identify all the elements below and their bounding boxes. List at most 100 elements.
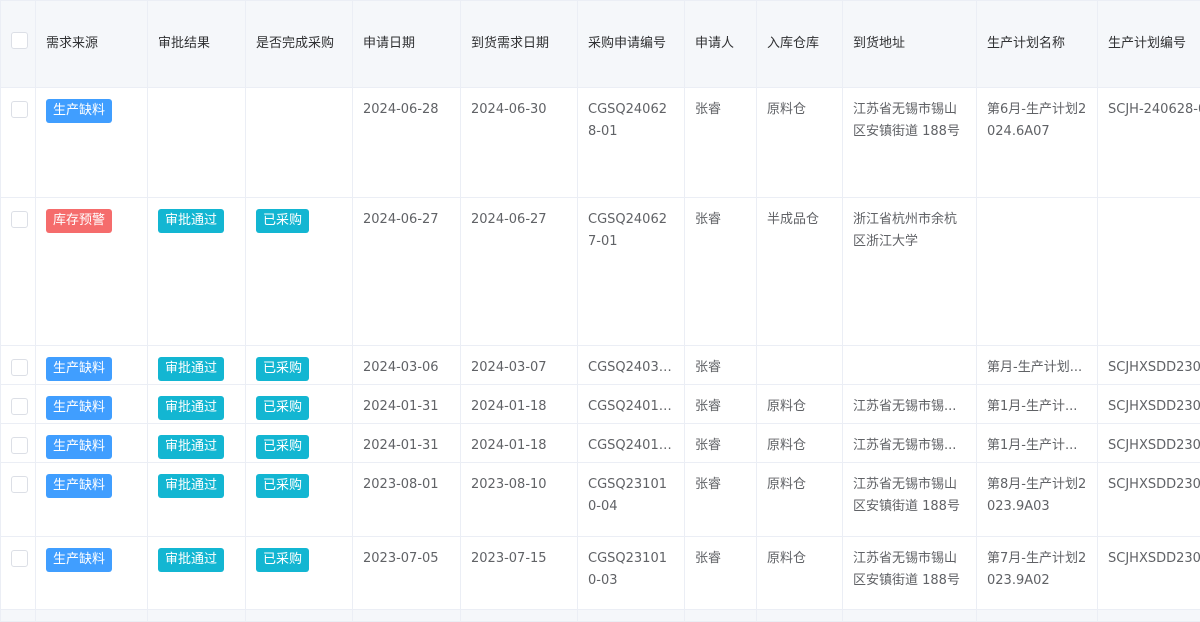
warehouse-cell: 半成品仓 (757, 198, 843, 346)
apply-date-cell: 2024-06-28 (353, 88, 461, 198)
row-checkbox[interactable] (11, 101, 28, 118)
row-checkbox[interactable] (11, 211, 28, 228)
column-header[interactable]: 申请人 (685, 1, 757, 88)
req-no-cell: CGSQ240627-01 (578, 198, 685, 346)
apply-date-cell: 2024-01-31 (353, 424, 461, 463)
address-cell: 江苏省无锡市锡山区安镇街道 188号 (843, 88, 977, 198)
purchased-cell: 已采购 (246, 385, 353, 424)
approval-cell: 审批通过 (148, 463, 246, 537)
apply-date-cell: 2024-03-06 (353, 346, 461, 385)
approval-cell: 审批通过 (148, 198, 246, 346)
row-select-cell (1, 424, 36, 463)
applicant-cell: 张睿 (685, 198, 757, 346)
arrival-date-cell: 2023-08-10 (461, 463, 578, 537)
row-checkbox[interactable] (11, 437, 28, 454)
source-cell: 生产缺料 (36, 424, 148, 463)
approval-tag: 审批通过 (158, 435, 224, 459)
column-header[interactable]: 到货需求日期 (461, 1, 578, 88)
approval-tag: 审批通过 (158, 357, 224, 381)
plan-name-cell: 第8月-生产计划2023.9A03 (977, 463, 1098, 537)
column-header[interactable]: 生产计划编号 (1098, 1, 1200, 88)
column-header[interactable]: 审批结果 (148, 1, 246, 88)
address-cell: 江苏省无锡市锡... (843, 424, 977, 463)
apply-date-cell: 2023-08-01 (353, 463, 461, 537)
row-checkbox[interactable] (11, 550, 28, 567)
table-row[interactable]: 生产缺料 审批通过 已采购 2024-01-312024-01-18CGSQ24013… (1, 385, 1200, 424)
table-row[interactable]: 生产缺料审批通过已采购2024-03-062024-03-07CGSQ24030… (1, 346, 1200, 385)
req-no-cell: CGSQ231010-03 (578, 537, 685, 610)
apply-date-cell: 2024-01-31 (353, 385, 461, 424)
purchased-tag: 已采购 (256, 548, 309, 572)
applicant-cell: 张睿 (685, 385, 757, 424)
address-cell: 江苏省无锡市锡山区安镇街道 188号 (843, 537, 977, 610)
purchased-tag: 已采购 (256, 396, 309, 420)
select-all-cell (1, 1, 36, 88)
purchased-cell: 已采购 (246, 537, 353, 610)
approval-cell (148, 88, 246, 198)
plan-no-cell: SCJHXSDD2309 (1098, 346, 1200, 385)
source-tag: 生产缺料 (46, 99, 112, 123)
source-tag: 生产缺料 (46, 435, 112, 459)
approval-tag: 审批通过 (158, 396, 224, 420)
column-header[interactable]: 需求来源 (36, 1, 148, 88)
table-row[interactable]: 生产缺料2024-06-282024-06-30CGSQ240628-01张睿原… (1, 88, 1200, 198)
plan-no-cell: SCJHXSDD2309 (1098, 424, 1200, 463)
applicant-cell: 张睿 (685, 537, 757, 610)
purchase-request-table: 需求来源审批结果是否完成采购申请日期到货需求日期采购申请编号申请人入库仓库到货地… (0, 0, 1200, 622)
applicant-cell: 张睿 (685, 88, 757, 198)
approval-cell: 审批通过 (148, 385, 246, 424)
apply-date-cell: 2023-07-05 (353, 537, 461, 610)
table-row[interactable]: 库存预警审批通过已采购2024-06-272024-06-27CGSQ24062… (1, 198, 1200, 346)
approval-cell: 审批通过 (148, 537, 246, 610)
column-header[interactable]: 生产计划名称 (977, 1, 1098, 88)
applicant-cell: 张睿 (685, 424, 757, 463)
row-checkbox[interactable] (11, 398, 28, 415)
column-header[interactable]: 是否完成采购 (246, 1, 353, 88)
approval-cell: 审批通过 (148, 424, 246, 463)
plan-name-cell: 第6月-生产计划2024.6A07 (977, 88, 1098, 198)
plan-name-cell: 第7月-生产计划2023.9A02 (977, 537, 1098, 610)
row-select-cell (1, 537, 36, 610)
plan-name-cell (977, 198, 1098, 346)
purchased-cell: 已采购 (246, 346, 353, 385)
req-no-cell: CGSQ24013... (578, 385, 685, 424)
row-select-cell (1, 88, 36, 198)
plan-name-cell: 第1月-生产计... (977, 385, 1098, 424)
select-all-checkbox[interactable] (11, 32, 28, 49)
plan-name-cell: 第月-生产计划... (977, 346, 1098, 385)
table-row[interactable]: 生产缺料审批通过已采购2024-01-312024-01-18CGSQ24013… (1, 424, 1200, 463)
req-no-cell: CGSQ240628-01 (578, 88, 685, 198)
row-select-cell (1, 463, 36, 537)
source-tag: 生产缺料 (46, 548, 112, 572)
purchased-cell: 已采购 (246, 198, 353, 346)
plan-no-cell: SCJHXSDD2309 230927-04 (1098, 463, 1200, 537)
column-header[interactable]: 入库仓库 (757, 1, 843, 88)
table-row[interactable]: 生产缺料审批通过已采购2023-08-012023-08-10CGSQ23101… (1, 463, 1200, 537)
table-header: 需求来源审批结果是否完成采购申请日期到货需求日期采购申请编号申请人入库仓库到货地… (1, 1, 1200, 88)
table-row[interactable]: 生产缺料 审批通过 已采购 2023-07-052023-07-15CGSQ23101… (1, 537, 1200, 610)
source-tag: 生产缺料 (46, 396, 112, 420)
approval-cell: 审批通过 (148, 346, 246, 385)
column-header[interactable]: 采购申请编号 (578, 1, 685, 88)
arrival-date-cell: 2023-07-15 (461, 537, 578, 610)
source-cell: 生产缺料 (36, 463, 148, 537)
address-cell: 江苏省无锡市锡... (843, 385, 977, 424)
warehouse-cell: 原料仓 (757, 385, 843, 424)
address-cell: 浙江省杭州市余杭区浙江大学 (843, 198, 977, 346)
address-cell: 江苏省无锡市锡山区安镇街道 188号 (843, 463, 977, 537)
source-cell: 生产缺料 (36, 88, 148, 198)
plan-no-cell (1098, 198, 1200, 346)
approval-tag: 审批通过 (158, 548, 224, 572)
arrival-date-cell: 2024-01-18 (461, 385, 578, 424)
approval-tag: 审批通过 (158, 209, 224, 233)
row-checkbox[interactable] (11, 359, 28, 376)
row-checkbox[interactable] (11, 476, 28, 493)
warehouse-cell: 原料仓 (757, 463, 843, 537)
plan-no-cell: SCJH-240628-01 (1098, 88, 1200, 198)
purchased-tag: 已采购 (256, 435, 309, 459)
column-header[interactable]: 到货地址 (843, 1, 977, 88)
warehouse-cell: 原料仓 (757, 424, 843, 463)
arrival-date-cell: 2024-01-18 (461, 424, 578, 463)
column-header[interactable]: 申请日期 (353, 1, 461, 88)
apply-date-cell: 2024-06-27 (353, 198, 461, 346)
